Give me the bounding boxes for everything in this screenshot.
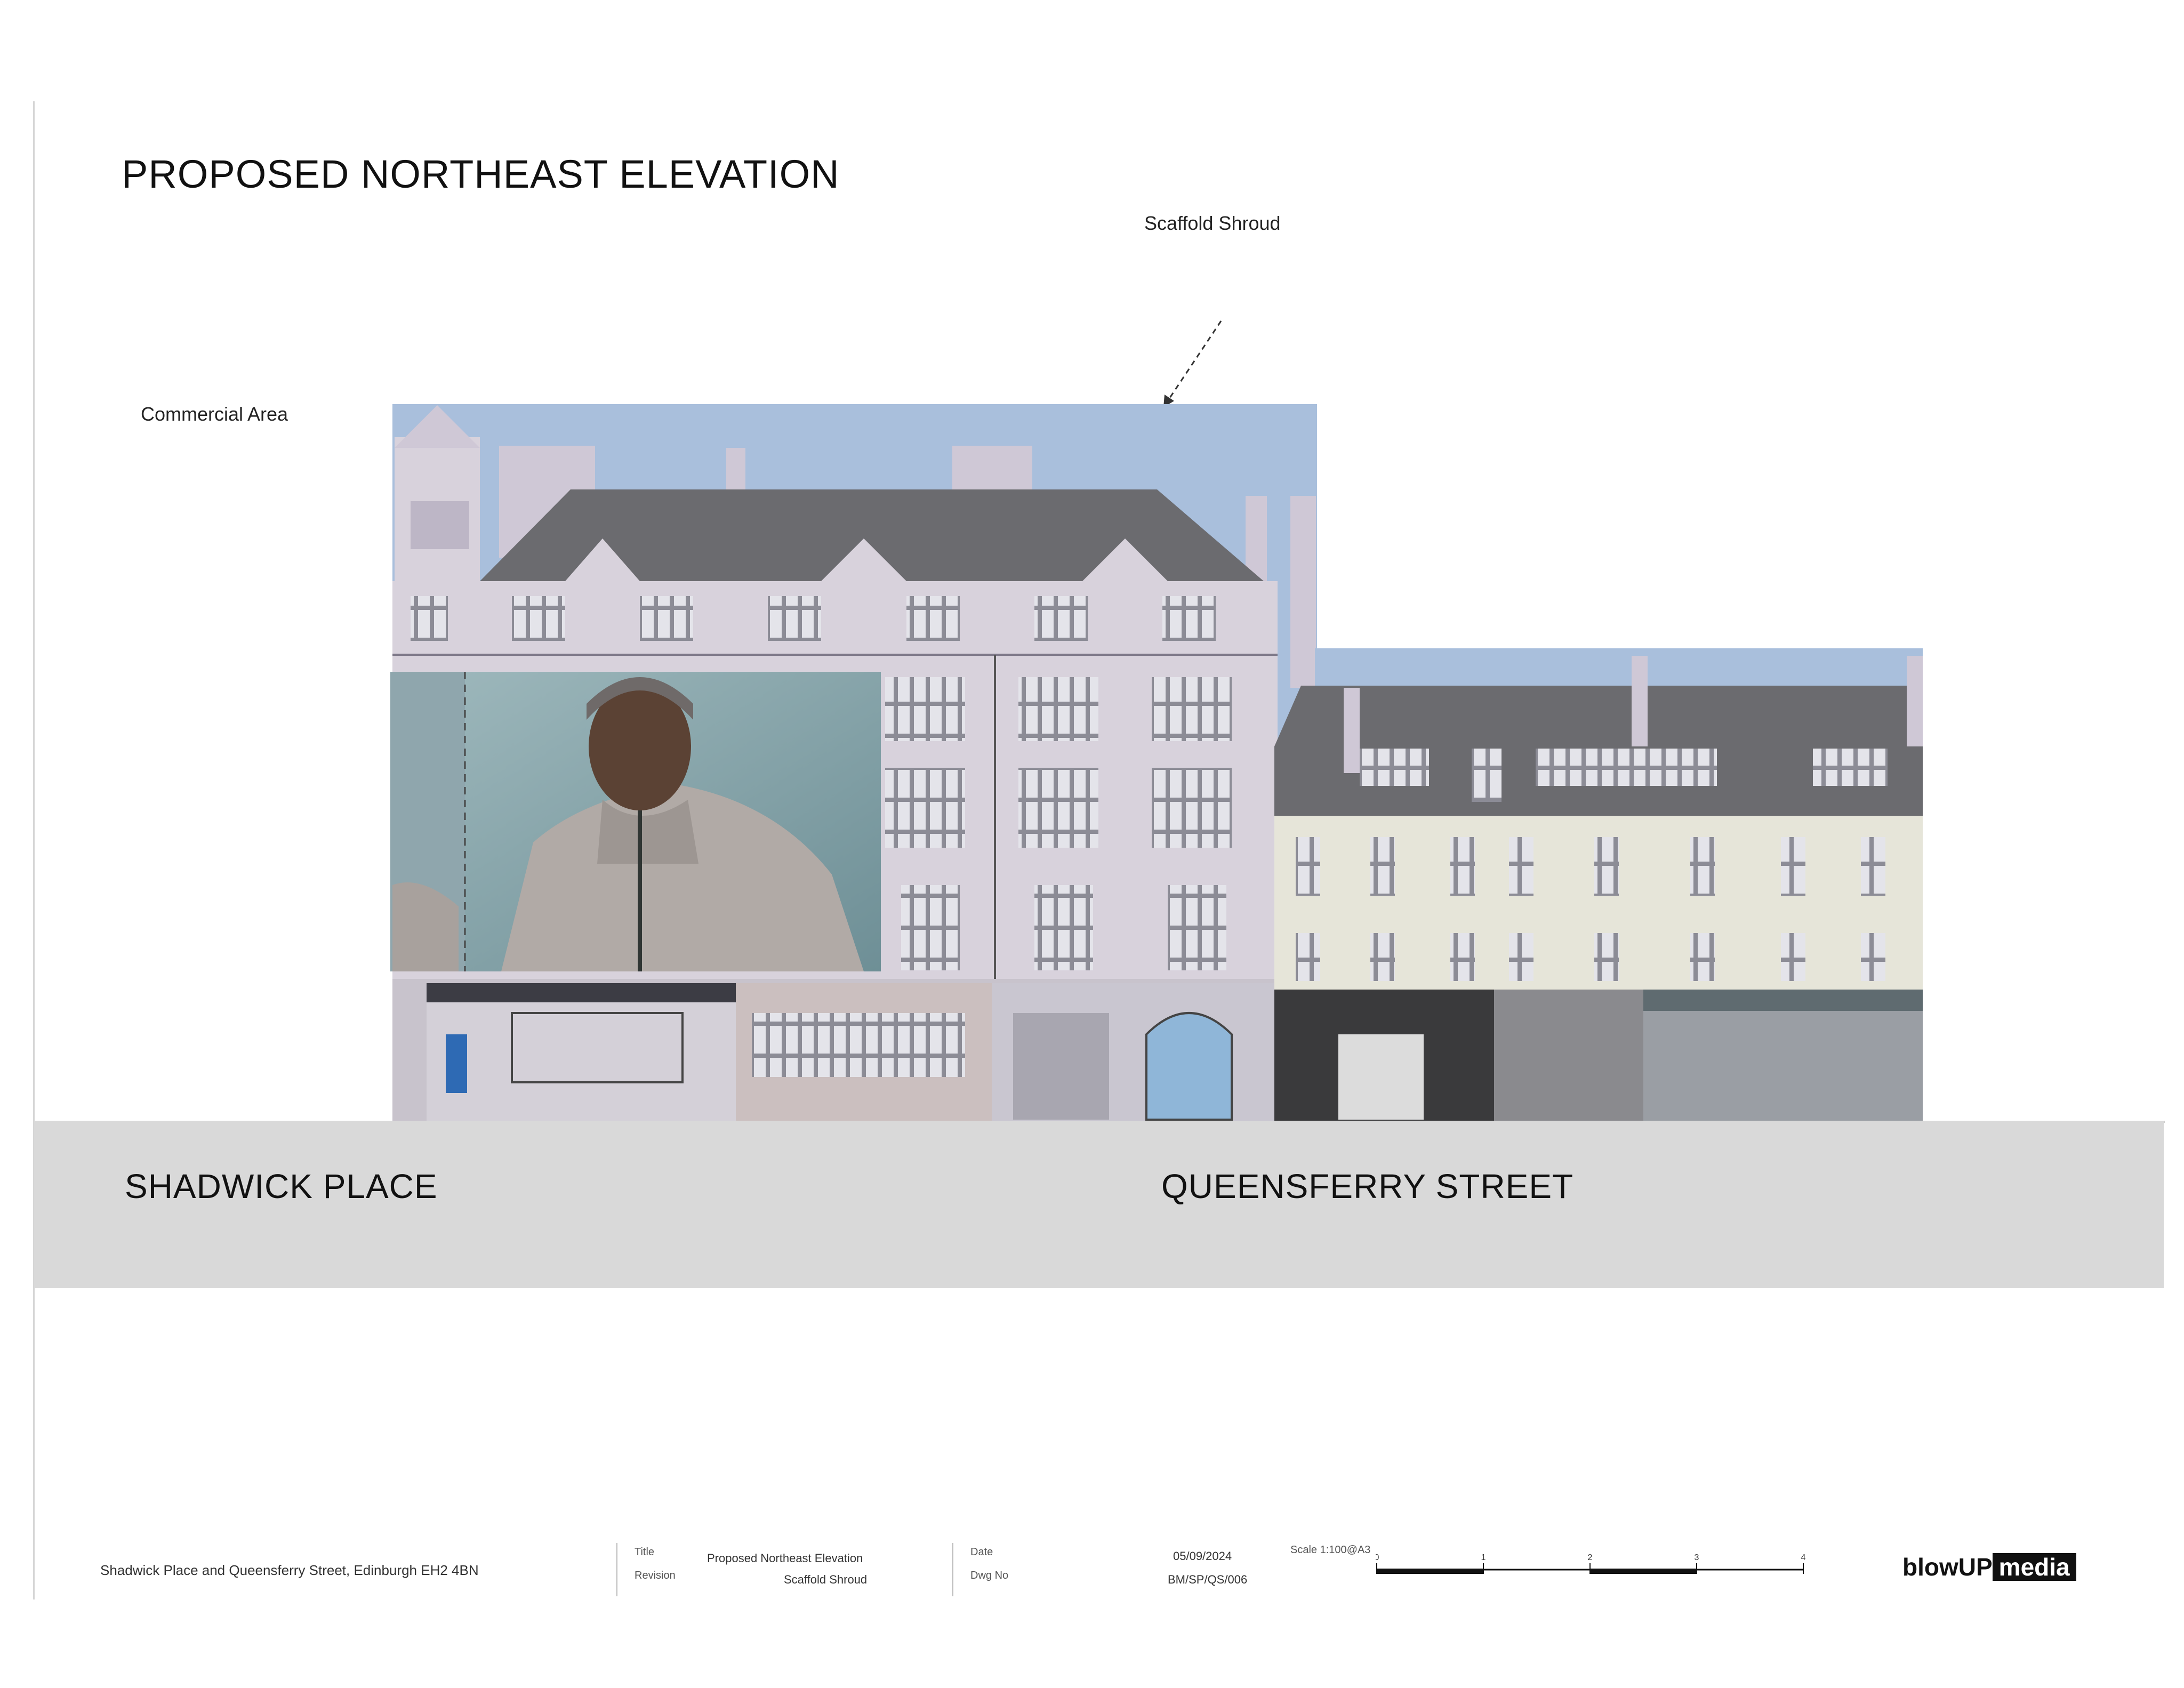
drawing-number-value: BM/SP/QS/006	[1168, 1573, 1248, 1586]
drawing-number-label: Dwg No	[970, 1570, 1009, 1581]
project-name: Shadwick Place and Queensferry Street, E…	[100, 1562, 479, 1578]
street-label-shadwick: SHADWICK PLACE	[125, 1167, 438, 1205]
scale-tick-label: 0	[1376, 1553, 1379, 1562]
scale-tick-label: 3	[1695, 1553, 1699, 1562]
title-value: Proposed Northeast Elevation	[707, 1552, 863, 1565]
title-block-divider	[952, 1543, 953, 1596]
scale-tick-label: 1	[1481, 1553, 1486, 1562]
date-label: Date	[970, 1546, 993, 1558]
scale-label: Scale 1:100@A3	[1290, 1544, 1371, 1556]
leader-arrow	[1163, 320, 1222, 407]
shopfronts-left	[392, 979, 1275, 1122]
title-label: Title	[635, 1546, 655, 1558]
revision-value: Scaffold Shroud	[784, 1573, 868, 1586]
scale-tick-label: 2	[1588, 1553, 1593, 1562]
blowup-media-logo: blowUP media	[1902, 1553, 2076, 1581]
title-block-divider	[616, 1543, 617, 1596]
scale-bar: 0 1 2 3 4	[1376, 1553, 1806, 1574]
billboard-advertisement	[390, 672, 881, 971]
elevation-drawing	[203, 320, 2165, 1123]
revision-label: Revision	[635, 1570, 676, 1581]
scale-tick-label: 4	[1801, 1553, 1806, 1562]
date-value: 05/09/2024	[1173, 1549, 1232, 1563]
queensferry-building	[1274, 648, 1923, 1122]
logo-text: blowUP	[1902, 1553, 1993, 1581]
street-label-queensferry: QUEENSFERRY STREET	[1161, 1167, 1574, 1205]
logo-highlight: media	[1992, 1553, 2076, 1581]
